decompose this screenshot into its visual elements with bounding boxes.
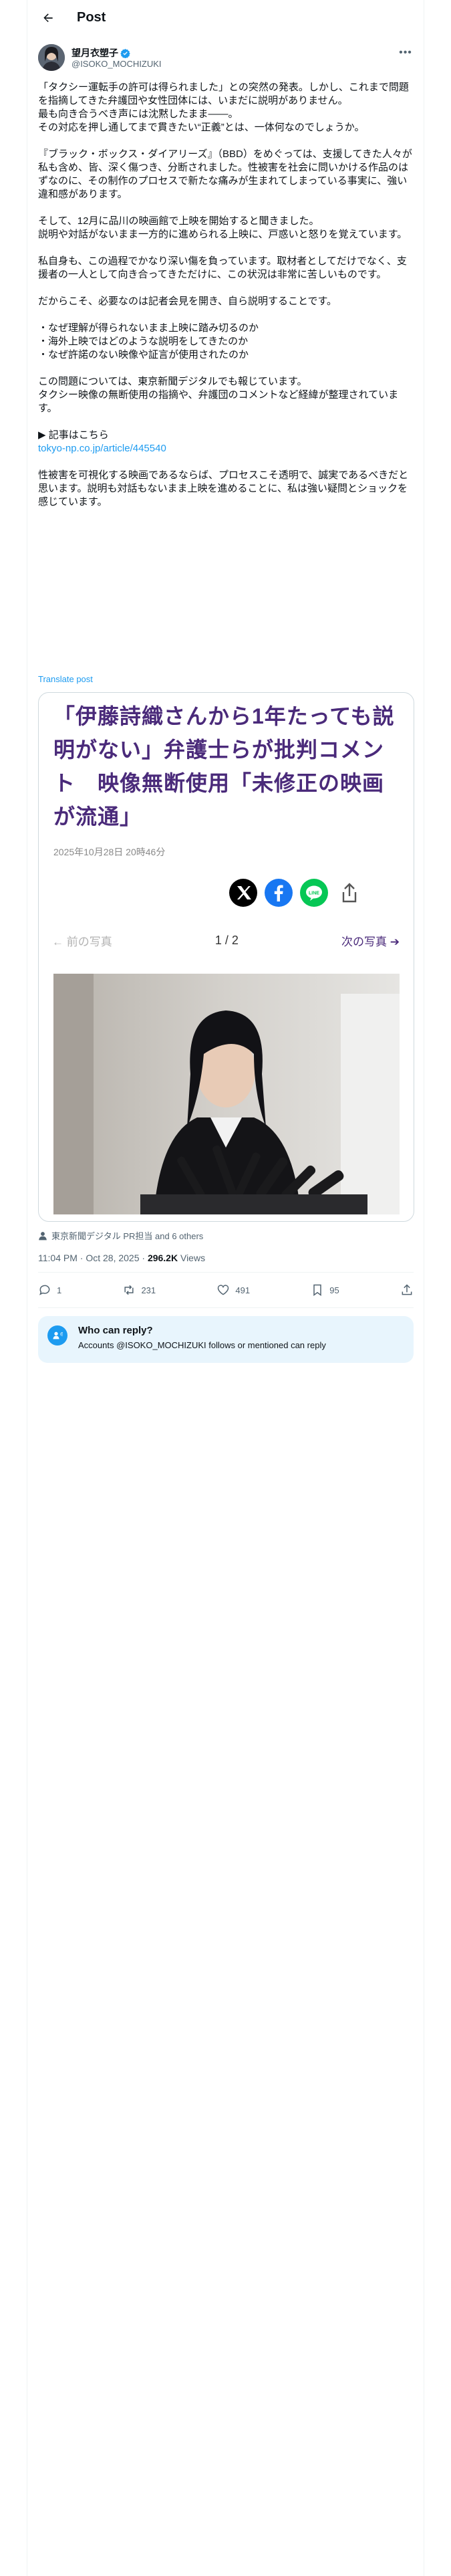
post-paragraph: 「タクシー運転手の許可は得られました」との突然の発表。しかし、これまで問題を指摘… xyxy=(38,82,409,133)
like-button[interactable]: 491 xyxy=(216,1283,250,1297)
post-paragraph: 『ブラック・ボックス・ダイアリーズ』（BBD）をめぐっては、支援してきた人々が私… xyxy=(38,148,412,200)
post-meta: 11:04 PM · Oct 28, 2025 · 296.2K Views xyxy=(38,1253,205,1263)
who-can-reply-title: Who can reply? xyxy=(78,1325,153,1336)
action-bar: 1 231 491 95 xyxy=(38,1280,414,1300)
article-headline: 「伊藤詩織さんから1年たっても説明がない」弁護士らが批判コメント 映像無断使用「… xyxy=(53,704,395,829)
facebook-icon xyxy=(265,879,293,907)
next-photo-label: 次の写真 xyxy=(341,936,388,948)
arrow-right-icon: ➔ xyxy=(387,936,400,948)
author-name[interactable]: 望月衣塑子 xyxy=(71,46,118,60)
person-icon xyxy=(39,1231,47,1240)
tagged-users-label: 東京新聞デジタル PR担当 and 6 others xyxy=(51,1231,204,1241)
svg-text:@: @ xyxy=(60,1331,63,1336)
x-logo-icon xyxy=(229,879,257,907)
post-paragraph: ・なぜ理解が得られないまま上映に踏み切るのか ・海外上映ではどのような説明をして… xyxy=(38,322,259,360)
next-photo-button[interactable]: 次の写真 ➔ xyxy=(341,932,400,949)
views-label: Views xyxy=(178,1253,206,1263)
photo-pager: ← 前の写真 1 / 2 次の写真 ➔ xyxy=(52,932,400,949)
back-button[interactable] xyxy=(37,7,59,29)
back-arrow-icon xyxy=(43,13,53,22)
reply-icon xyxy=(39,1285,50,1295)
post-paragraph: この問題については、東京新聞デジタルでも報じています。 タクシー映像の無断使用の… xyxy=(38,376,399,414)
share-icon xyxy=(335,879,363,907)
line-icon: LINE xyxy=(300,879,328,907)
bookmark-button[interactable]: 95 xyxy=(311,1283,339,1297)
article-date: 2025年10月28日 20時46分 xyxy=(53,847,166,857)
who-can-reply-notice: @ Who can reply? Accounts @ISOKO_MOCHIZU… xyxy=(38,1316,414,1363)
post-paragraph: だからこそ、必要なのは記者会見を開き、自ら説明することです。 xyxy=(38,296,337,307)
post-paragraph: 私自身も、この過程でかなり深い傷を負っています。取材者としてだけでなく、支援者の… xyxy=(38,255,407,280)
header-bar: Post xyxy=(27,0,425,35)
view-count: 296.2K xyxy=(147,1253,178,1263)
mention-icon: @ xyxy=(47,1325,67,1346)
verified-badge-icon xyxy=(120,48,130,58)
post-column: Post 望月衣塑子 @ISOKO_MOCHIZUKI ••• 「タクシー運転手… xyxy=(27,0,424,2576)
repost-count: 231 xyxy=(141,1285,156,1295)
post-paragraph: ▶ 記事はこちら xyxy=(38,429,109,441)
repost-button[interactable]: 231 xyxy=(122,1283,156,1297)
post-timestamp[interactable]: 11:04 PM · Oct 28, 2025 · xyxy=(38,1253,148,1263)
divider xyxy=(38,1272,414,1273)
post-text: 「タクシー運転手の許可は得られました」との突然の発表。しかし、これまで問題を指摘… xyxy=(38,81,414,509)
who-can-reply-text: Accounts @ISOKO_MOCHIZUKI follows or men… xyxy=(78,1340,326,1350)
author-handle[interactable]: @ISOKO_MOCHIZUKI xyxy=(71,59,162,69)
more-dots-icon: ••• xyxy=(399,47,412,58)
more-options-button[interactable]: ••• xyxy=(397,44,414,62)
svg-text:LINE: LINE xyxy=(309,891,319,896)
heart-icon xyxy=(218,1285,229,1295)
previous-photo-button[interactable]: ← 前の写真 xyxy=(52,932,112,949)
attached-image-card[interactable]: 「伊藤詩織さんから1年たっても説明がない」弁護士らが批判コメント 映像無断使用「… xyxy=(38,692,414,1222)
bookmark-count: 95 xyxy=(329,1285,339,1295)
post-paragraph: そして、12月に品川の映画館で上映を開始すると聞きました。 説明や対話がないまま… xyxy=(38,215,408,240)
avatar[interactable] xyxy=(38,44,65,71)
like-count: 491 xyxy=(235,1285,251,1295)
divider xyxy=(38,1307,414,1308)
translate-post-link[interactable]: Translate post xyxy=(38,674,93,684)
page-title: Post xyxy=(77,10,106,25)
repost-icon xyxy=(124,1285,134,1295)
tagged-users[interactable]: 東京新聞デジタル PR担当 and 6 others xyxy=(38,1229,203,1242)
author-name-row[interactable]: 望月衣塑子 xyxy=(71,46,130,60)
bookmark-icon xyxy=(313,1284,322,1296)
arrow-left-icon: ← xyxy=(52,936,67,948)
reply-count: 1 xyxy=(57,1285,62,1295)
article-link[interactable]: tokyo-np.co.jp/article/445540 xyxy=(38,442,414,455)
reply-button[interactable]: 1 xyxy=(38,1283,61,1297)
previous-photo-label: 前の写真 xyxy=(66,936,112,948)
press-conference-photo[interactable] xyxy=(53,974,400,1214)
share-post-button[interactable] xyxy=(400,1283,414,1297)
post-paragraph: 性被害を可視化する映画であるならば、プロセスこそ透明で、誠実であるべきだと思いま… xyxy=(38,469,409,508)
photo-count: 1 / 2 xyxy=(214,934,239,947)
upload-share-icon xyxy=(402,1284,412,1295)
